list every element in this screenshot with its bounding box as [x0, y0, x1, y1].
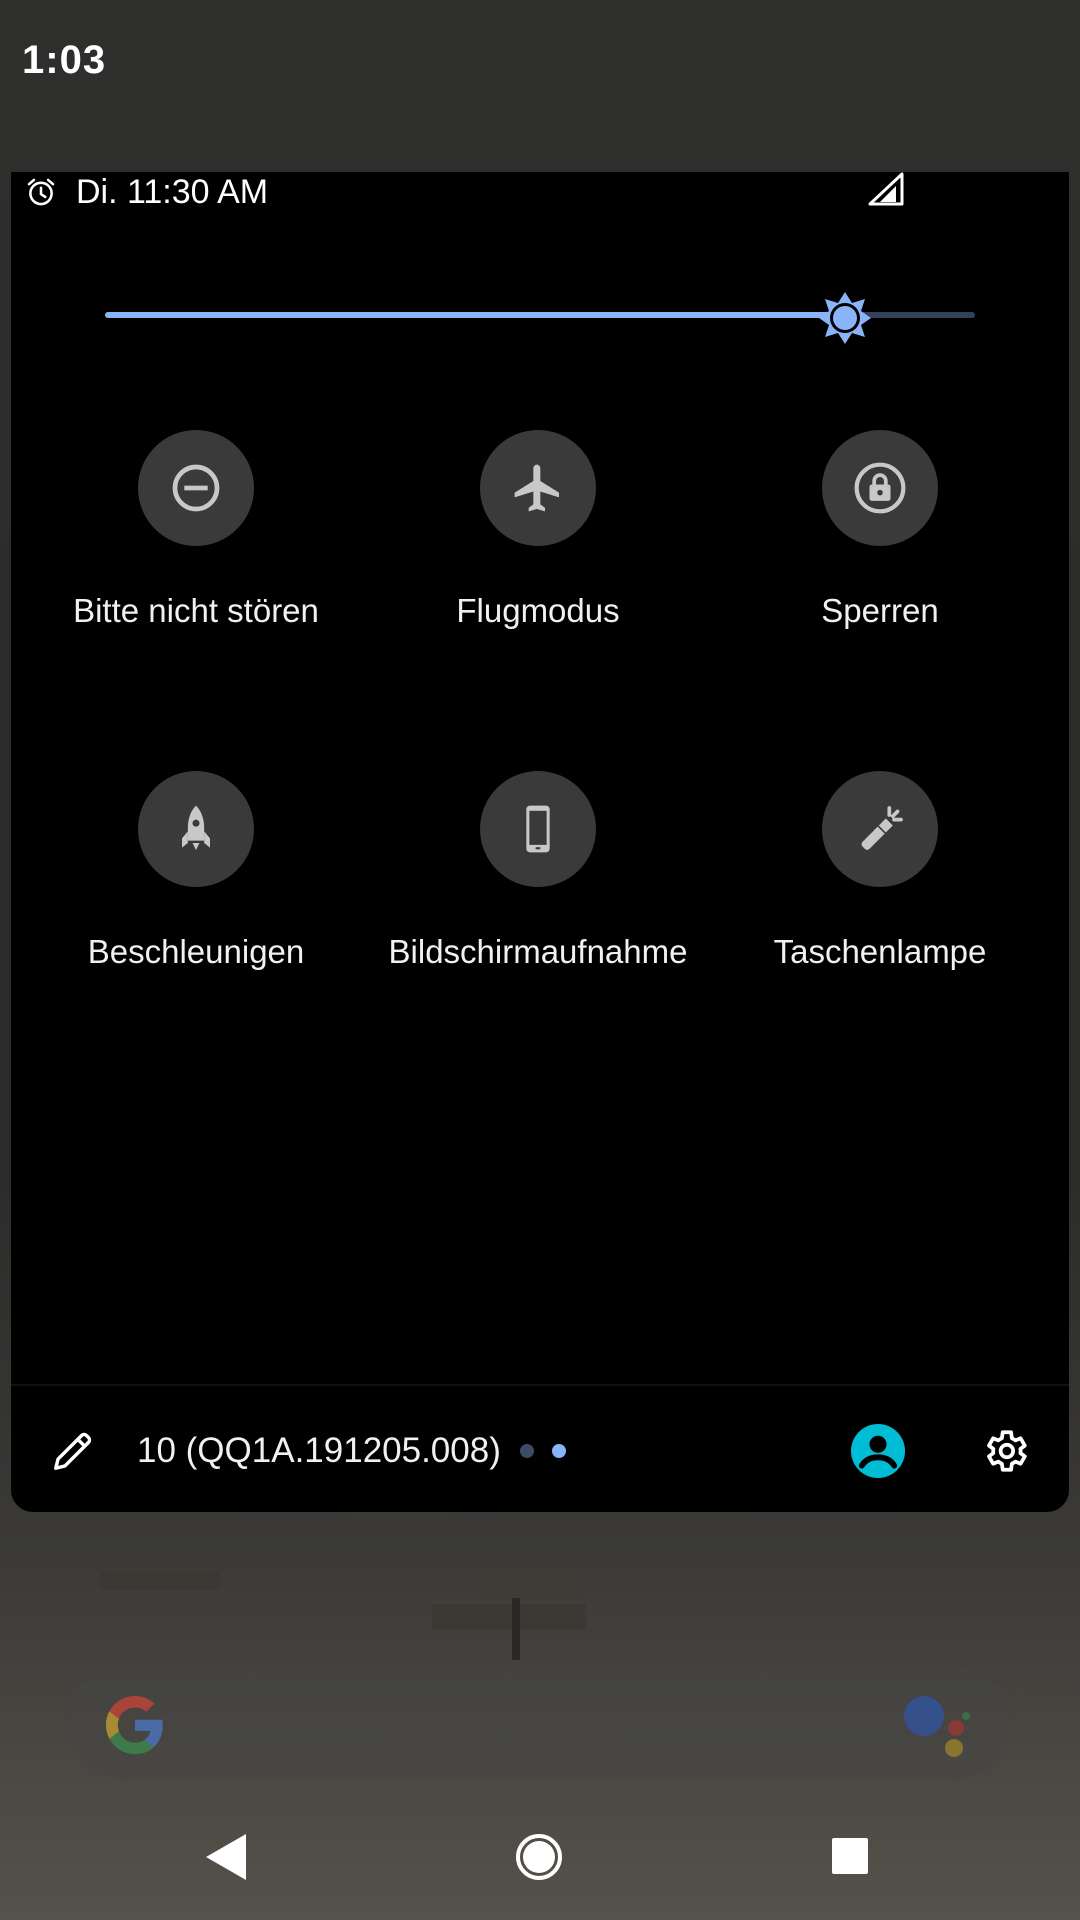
edit-pencil-icon[interactable]	[50, 1428, 96, 1474]
build-number[interactable]: 10 (QQ1A.191205.008)	[137, 1428, 501, 1474]
google-search-bar[interactable]	[68, 1666, 1010, 1780]
tile-do-not-disturb[interactable]: Bitte nicht stören	[26, 430, 366, 670]
wallpaper-bench-board	[432, 1604, 586, 1630]
nav-back-button[interactable]	[202, 1830, 252, 1884]
tile-flashlight[interactable]: Taschenlampe	[710, 771, 1050, 1011]
wallpaper-bench-top	[480, 1572, 586, 1598]
brightness-sun-icon[interactable]	[817, 290, 873, 346]
wallpaper-bench-left	[100, 1572, 220, 1590]
page-indicator	[520, 1444, 566, 1458]
next-alarm[interactable]: Di. 11:30 AM	[24, 172, 268, 212]
flashlight-icon	[861, 806, 903, 850]
airplane-icon	[514, 464, 559, 512]
footer-divider	[11, 1384, 1069, 1386]
brightness-slider[interactable]	[105, 290, 975, 344]
rocket-icon	[182, 805, 210, 850]
tile-label: Taschenlampe	[773, 933, 987, 970]
tile-icon-background	[138, 430, 254, 546]
tile-icon-background	[822, 430, 938, 546]
do-not-disturb-icon	[172, 464, 220, 512]
tile-icon-background	[822, 771, 938, 887]
tile-icon-background	[480, 771, 596, 887]
phone-screen-icon	[526, 805, 550, 853]
settings-gear-icon[interactable]	[980, 1426, 1030, 1476]
google-logo-icon[interactable]	[100, 1690, 170, 1760]
alarm-clock-icon	[27, 178, 55, 206]
google-assistant-icon[interactable]	[900, 1690, 972, 1760]
wallpaper-bench-post	[512, 1598, 520, 1660]
tile-label: Flugmodus	[456, 592, 620, 629]
tile-label: Beschleunigen	[87, 933, 305, 970]
tile-airplane-mode[interactable]: Flugmodus	[368, 430, 708, 670]
page-dot	[520, 1444, 534, 1458]
tile-screen-recording[interactable]: Bildschirmaufnahme	[368, 771, 708, 1011]
nav-recents-button[interactable]	[830, 1836, 870, 1876]
user-account-icon[interactable]	[851, 1424, 905, 1478]
tile-boost[interactable]: Beschleunigen	[26, 771, 366, 1011]
tile-label: Bildschirmaufnahme	[388, 933, 688, 970]
tile-icon-background	[480, 430, 596, 546]
status-bar-clock: 1:03	[22, 38, 107, 82]
page-dot-active	[552, 1444, 566, 1458]
tile-label: Bitte nicht stören	[73, 592, 319, 629]
lock-icon	[854, 462, 906, 514]
nav-home-button[interactable]	[514, 1832, 564, 1882]
tile-icon-background	[138, 771, 254, 887]
alarm-time-text: Di. 11:30 AM	[76, 172, 269, 211]
cell-signal-icon	[868, 172, 904, 206]
tile-lock[interactable]: Sperren	[710, 430, 1050, 670]
tile-label: Sperren	[821, 592, 939, 629]
brightness-slider-fill	[105, 312, 845, 318]
